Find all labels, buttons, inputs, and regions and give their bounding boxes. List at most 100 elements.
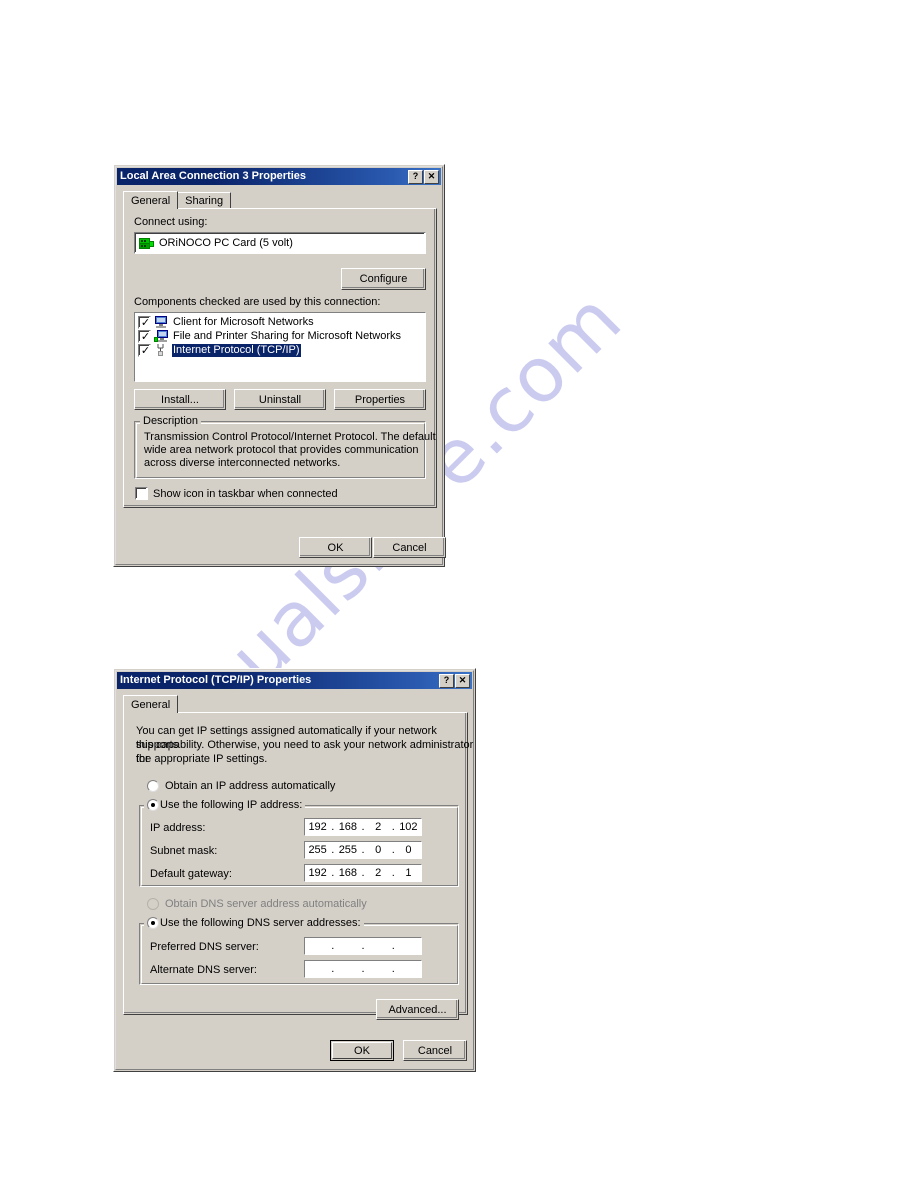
description-line-1: Transmission Control Protocol/Internet P… — [144, 431, 436, 443]
description-group-title: Description — [140, 415, 202, 427]
ok-button-label: OK — [354, 1044, 370, 1057]
cancel-button[interactable]: Cancel — [403, 1040, 467, 1061]
ip-dot: . — [361, 939, 365, 952]
cancel-button[interactable]: Cancel — [373, 537, 446, 558]
intro-line-3: the appropriate IP settings. — [136, 753, 268, 765]
default-gateway-input[interactable]: 192 . 168 . 2 . 1 — [304, 864, 422, 882]
radio-dot — [151, 803, 155, 807]
protocol-icon — [157, 344, 164, 356]
radio-dot — [151, 921, 155, 925]
default-gateway-octet-1[interactable]: 192 — [305, 867, 330, 880]
dialog1-tabstrip: General Sharing — [123, 191, 232, 209]
advanced-button-label: Advanced... — [388, 1003, 447, 1016]
component-label: Internet Protocol (TCP/IP) — [172, 343, 301, 357]
component-label: Client for Microsoft Networks — [173, 315, 314, 328]
description-line-3: across diverse interconnected networks. — [144, 457, 341, 469]
component-checkbox[interactable]: ✓ — [138, 343, 151, 357]
list-item[interactable]: ✓ File and Printer Sharing for Microsoft… — [135, 329, 425, 343]
default-gateway-label: Default gateway: — [150, 868, 232, 880]
default-gateway-octet-2[interactable]: 168 — [335, 867, 360, 880]
obtain-dns-automatically-radio — [147, 898, 159, 910]
configure-button-label: Configure — [359, 273, 408, 285]
components-label: Components checked are used by this conn… — [134, 296, 381, 308]
check-icon: ✓ — [140, 343, 151, 357]
use-following-ip-group-title: Use the following IP address: — [144, 799, 306, 811]
subnet-mask-octet-4[interactable]: 0 — [396, 844, 421, 857]
ip-dot: . — [331, 939, 335, 952]
cancel-button-label: Cancel — [392, 541, 427, 554]
check-icon: ✓ — [140, 315, 151, 329]
local-area-connection-properties-dialog: Local Area Connection 3 Properties ? ✕ G… — [113, 164, 446, 567]
help-icon[interactable]: ? — [439, 673, 454, 688]
connect-using-label: Connect using: — [134, 216, 208, 228]
adapter-name: ORiNOCO PC Card (5 volt) — [159, 237, 293, 249]
ip-address-octet-3[interactable]: 2 — [366, 821, 391, 834]
subnet-mask-octet-3[interactable]: 0 — [366, 844, 391, 857]
obtain-ip-automatically-label[interactable]: Obtain an IP address automatically — [165, 780, 335, 793]
default-gateway-octet-3[interactable]: 2 — [366, 867, 391, 880]
show-icon-checkbox[interactable] — [135, 487, 148, 500]
list-item[interactable]: ✓ Client for Microsoft Networks — [135, 315, 425, 329]
tab-general-label: General — [131, 194, 171, 207]
show-icon-checkbox-label[interactable]: Show icon in taskbar when connected — [153, 488, 338, 501]
subnet-mask-label: Subnet mask: — [150, 845, 218, 857]
subnet-mask-input[interactable]: 255 . 255 . 0 . 0 — [304, 841, 422, 859]
dialog1-titlebar[interactable]: Local Area Connection 3 Properties ? ✕ — [117, 168, 441, 185]
properties-button[interactable]: Properties — [334, 389, 426, 410]
component-label: File and Printer Sharing for Microsoft N… — [173, 329, 402, 342]
use-following-ip-label[interactable]: Use the following IP address: — [160, 799, 302, 811]
uninstall-button[interactable]: Uninstall — [234, 389, 326, 410]
network-card-icon — [139, 238, 154, 249]
component-checkbox[interactable]: ✓ — [138, 329, 151, 343]
use-following-ip-radio[interactable] — [147, 799, 159, 811]
close-icon[interactable]: ✕ — [455, 673, 470, 688]
ok-button[interactable]: OK — [330, 1040, 394, 1061]
default-gateway-octet-4[interactable]: 1 — [396, 867, 421, 880]
install-button-label: Install... — [161, 393, 199, 406]
preferred-dns-label: Preferred DNS server: — [150, 941, 259, 953]
subnet-mask-octet-1[interactable]: 255 — [305, 844, 330, 857]
configure-button-real[interactable]: Configure — [341, 268, 426, 290]
dialog2-titlebar[interactable]: Internet Protocol (TCP/IP) Properties ? … — [117, 672, 472, 689]
close-icon[interactable]: ✕ — [424, 169, 439, 184]
preferred-dns-input[interactable]: . . . — [304, 937, 422, 955]
ip-address-input[interactable]: 192 . 168 . 2 . 102 — [304, 818, 422, 836]
sharing-computer-icon — [154, 330, 168, 342]
ip-dot: . — [391, 939, 395, 952]
ok-button[interactable]: OK — [299, 537, 372, 558]
use-following-dns-group-title: Use the following DNS server addresses: — [144, 917, 364, 929]
internet-protocol-properties-dialog: Internet Protocol (TCP/IP) Properties ? … — [113, 668, 476, 1072]
ip-address-octet-1[interactable]: 192 — [305, 821, 330, 834]
ip-address-octet-4[interactable]: 102 — [396, 821, 421, 834]
ip-address-octet-2[interactable]: 168 — [335, 821, 360, 834]
help-icon[interactable]: ? — [408, 169, 423, 184]
uninstall-button-label: Uninstall — [258, 393, 302, 406]
tab-sharing-label: Sharing — [185, 194, 224, 207]
computer-icon — [155, 316, 167, 328]
use-following-dns-radio[interactable] — [147, 917, 159, 929]
obtain-ip-automatically-radio[interactable] — [147, 780, 159, 792]
tab-general-label: General — [131, 698, 171, 711]
use-following-dns-label[interactable]: Use the following DNS server addresses: — [160, 917, 361, 929]
dialog2-title: Internet Protocol (TCP/IP) Properties — [120, 674, 312, 686]
checkbox-inner — [136, 488, 146, 498]
cancel-button-label: Cancel — [417, 1044, 453, 1057]
tab-general[interactable]: General — [123, 191, 179, 209]
component-checkbox[interactable]: ✓ — [138, 315, 151, 329]
advanced-button[interactable]: Advanced... — [376, 999, 459, 1020]
list-item[interactable]: ✓ Internet Protocol (TCP/IP) — [135, 343, 425, 357]
ip-dot: . — [361, 962, 365, 975]
install-button[interactable]: Install... — [134, 389, 226, 410]
subnet-mask-octet-2[interactable]: 255 — [335, 844, 360, 857]
alternate-dns-input[interactable]: . . . — [304, 960, 422, 978]
check-icon: ✓ — [140, 329, 151, 343]
tab-general[interactable]: General — [123, 695, 179, 713]
ok-button-label: OK — [327, 541, 344, 554]
alternate-dns-label: Alternate DNS server: — [150, 964, 257, 976]
dialog1-title: Local Area Connection 3 Properties — [120, 170, 307, 182]
properties-button-label: Properties — [354, 393, 406, 406]
components-listbox[interactable]: ✓ Client for Microsoft Networks ✓ File a… — [134, 312, 426, 382]
dialog2-tabstrip: General — [123, 695, 179, 713]
tab-sharing[interactable]: Sharing — [177, 192, 232, 208]
adapter-field: ORiNOCO PC Card (5 volt) — [134, 232, 426, 254]
